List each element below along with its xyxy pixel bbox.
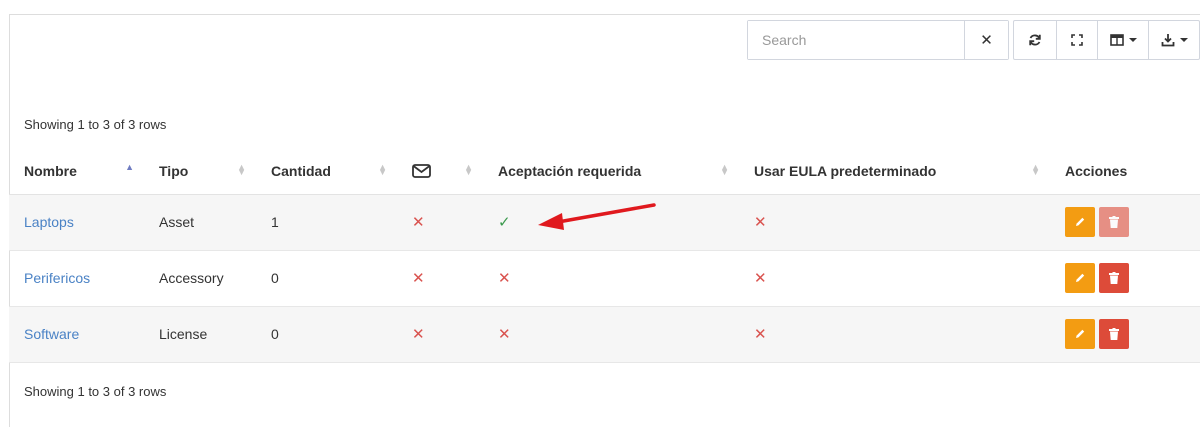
envelope-icon	[397, 161, 431, 181]
export-icon	[1161, 34, 1174, 47]
cell-name: Software	[9, 306, 144, 363]
chevron-down-icon	[1128, 38, 1137, 42]
cell-quantity: 1	[256, 194, 397, 251]
cell-email: ✕	[397, 250, 483, 307]
category-link[interactable]: Software	[9, 326, 79, 342]
sort-icon: ▲ ▼	[1031, 162, 1040, 177]
column-header-type[interactable]: Tipo ▲ ▼	[144, 148, 256, 195]
search-input[interactable]	[748, 21, 964, 59]
sort-icon: ▲ ▼	[378, 162, 387, 177]
column-header-actions: Acciones	[1050, 148, 1200, 195]
refresh-button[interactable]	[1013, 20, 1057, 60]
cell-actions	[1050, 250, 1200, 307]
trash-icon	[1109, 328, 1119, 340]
sort-asc-icon: ▲	[125, 162, 134, 172]
sort-icon: ▲ ▼	[720, 162, 729, 177]
cell-quantity: 0	[256, 306, 397, 363]
cell-type: Asset	[144, 194, 256, 251]
trash-icon	[1109, 216, 1119, 228]
table-toolbar: ✕	[747, 20, 1200, 60]
annotation-arrow-icon	[538, 203, 656, 230]
cell-eula: ✕	[739, 250, 1050, 307]
columns-button[interactable]	[1097, 20, 1149, 60]
category-link[interactable]: Perifericos	[9, 270, 90, 286]
cell-name: Perifericos	[9, 250, 144, 307]
cell-actions	[1050, 194, 1200, 251]
pencil-icon	[1076, 217, 1085, 226]
cell-email: ✕	[397, 194, 483, 251]
cell-name: Laptops	[9, 194, 144, 251]
table-row: Perifericos Accessory 0 ✕ ✕ ✕	[9, 250, 1200, 307]
cell-acceptance: ✕	[483, 250, 739, 307]
cell-eula: ✕	[739, 194, 1050, 251]
sort-icon: ▲ ▼	[464, 162, 473, 177]
refresh-icon	[1029, 34, 1041, 46]
edit-button[interactable]	[1065, 319, 1095, 349]
fullscreen-button[interactable]	[1056, 20, 1098, 60]
pencil-icon	[1076, 329, 1085, 338]
sort-icon: ▲ ▼	[237, 162, 246, 177]
cell-actions	[1050, 306, 1200, 363]
cell-email: ✕	[397, 306, 483, 363]
cell-type: License	[144, 306, 256, 363]
cross-icon: ✕	[412, 326, 425, 343]
close-icon: ✕	[980, 32, 993, 49]
table-header-row: Nombre ▲ Tipo ▲ ▼ Cantidad ▲ ▼ ▲ ▼ Acept…	[9, 148, 1200, 195]
delete-button[interactable]	[1099, 263, 1129, 293]
cross-icon: ✕	[754, 270, 767, 287]
category-link[interactable]: Laptops	[9, 214, 74, 230]
cross-icon: ✕	[498, 270, 511, 287]
table-row: Software License 0 ✕ ✕ ✕	[9, 306, 1200, 363]
cross-icon: ✕	[498, 326, 511, 343]
column-header-quantity[interactable]: Cantidad ▲ ▼	[256, 148, 397, 195]
export-button[interactable]	[1148, 20, 1200, 60]
clear-search-button[interactable]: ✕	[964, 21, 1008, 59]
pagination-info-bottom: Showing 1 to 3 of 3 rows	[24, 384, 167, 399]
cross-icon: ✕	[412, 214, 425, 231]
delete-button[interactable]	[1099, 319, 1129, 349]
pagination-info-top: Showing 1 to 3 of 3 rows	[24, 117, 167, 132]
column-header-email[interactable]: ▲ ▼	[397, 148, 483, 195]
trash-icon	[1109, 272, 1119, 284]
cross-icon: ✕	[754, 214, 767, 231]
column-header-acceptance[interactable]: Aceptación requerida ▲ ▼	[483, 148, 739, 195]
delete-button[interactable]	[1099, 207, 1129, 237]
categories-table: Nombre ▲ Tipo ▲ ▼ Cantidad ▲ ▼ ▲ ▼ Acept…	[9, 148, 1200, 363]
column-header-eula[interactable]: Usar EULA predeterminado ▲ ▼	[739, 148, 1050, 195]
chevron-down-icon	[1179, 38, 1188, 42]
cross-icon: ✕	[754, 326, 767, 343]
fullscreen-icon	[1071, 34, 1083, 46]
search-group: ✕	[747, 20, 1009, 60]
edit-button[interactable]	[1065, 207, 1095, 237]
columns-icon	[1109, 34, 1124, 46]
cell-quantity: 0	[256, 250, 397, 307]
column-header-name[interactable]: Nombre ▲	[9, 148, 144, 195]
cell-acceptance: ✕	[483, 306, 739, 363]
edit-button[interactable]	[1065, 263, 1095, 293]
cell-type: Accessory	[144, 250, 256, 307]
cross-icon: ✕	[412, 270, 425, 287]
check-icon: ✓	[498, 214, 511, 231]
pencil-icon	[1076, 273, 1085, 282]
cell-eula: ✕	[739, 306, 1050, 363]
